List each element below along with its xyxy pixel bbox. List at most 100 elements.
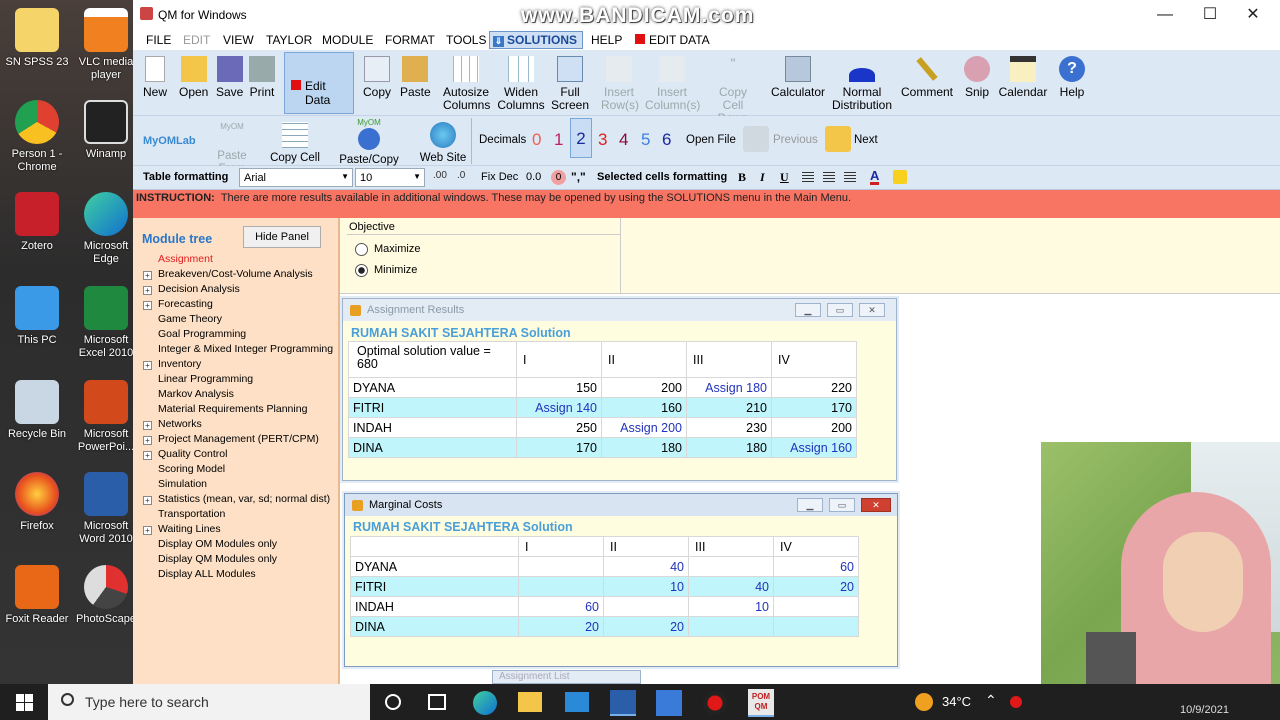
row-label[interactable]: INDAH <box>350 596 519 617</box>
print-button[interactable]: Print <box>249 54 275 99</box>
table-cell[interactable]: 230 <box>686 417 772 438</box>
copy-button[interactable]: Copy <box>363 54 391 99</box>
desktop-icon-photoscape[interactable]: PhotoScape <box>0 565 136 655</box>
insert-columns-button[interactable]: Insert Column(s) <box>645 54 700 112</box>
module-tree-item[interactable]: Networks <box>158 418 202 430</box>
row-label[interactable]: DYANA <box>348 377 517 398</box>
record-tray-icon[interactable] <box>1010 696 1022 708</box>
menu-tools[interactable]: TOOLS <box>446 33 486 47</box>
autosize-columns-button[interactable]: Autosize Columns <box>443 54 490 112</box>
table-cell[interactable]: 180 <box>686 437 772 458</box>
row-label[interactable]: DYANA <box>350 556 519 577</box>
table-cell[interactable]: 40 <box>688 576 774 597</box>
mail-icon[interactable] <box>565 692 589 712</box>
subwindow-minimize-button[interactable]: ▁ <box>795 303 821 317</box>
module-tree-item[interactable]: Assignment <box>158 253 213 265</box>
align-left-icon[interactable] <box>802 172 814 182</box>
fill-color-icon[interactable] <box>893 170 907 184</box>
help-button[interactable]: ? Help <box>1057 54 1087 99</box>
open-button[interactable]: Open <box>179 54 208 99</box>
snip-button[interactable]: Snip <box>961 54 993 99</box>
copy-cell-down-button[interactable]: "Copy CellDown <box>707 54 759 125</box>
expand-icon[interactable]: + <box>143 286 152 295</box>
table-cell[interactable] <box>773 616 859 637</box>
copy-cell-button[interactable]: Copy Cell <box>270 120 320 165</box>
table-cell[interactable]: 250 <box>516 417 602 438</box>
module-tree-item[interactable]: Breakeven/Cost-Volume Analysis <box>158 268 313 280</box>
module-tree-item[interactable]: Quality Control <box>158 448 227 460</box>
module-tree-item[interactable]: Simulation <box>158 478 207 490</box>
windows-start-icon[interactable] <box>16 694 33 711</box>
table-cell[interactable]: 150 <box>516 377 602 398</box>
cortana-icon[interactable] <box>385 694 401 710</box>
save-button[interactable]: Save <box>216 54 243 99</box>
decimals-3[interactable]: 3 <box>598 130 607 150</box>
calculator-button[interactable]: Calculator <box>771 54 825 99</box>
comma-format-button[interactable]: "," <box>571 170 586 184</box>
web-site-button[interactable]: Web Site <box>419 120 467 165</box>
module-tree-item[interactable]: Decision Analysis <box>158 283 240 295</box>
subwindow-close-button[interactable]: ✕ <box>859 303 885 317</box>
subwindow-minimize-button[interactable]: ▁ <box>797 498 823 512</box>
chevron-up-icon[interactable]: ⌃ <box>985 692 997 709</box>
open-file-button[interactable]: Open File <box>686 134 736 146</box>
row-label[interactable]: DINA <box>350 616 519 637</box>
full-screen-button[interactable]: Full Screen <box>551 54 589 112</box>
desktop-icon-edge[interactable]: Microsoft Edge <box>0 192 133 282</box>
desktop-icon-powerpoint[interactable]: Microsoft PowerPoi... <box>0 380 134 470</box>
previous-button[interactable]: Previous <box>773 134 818 146</box>
module-tree-item[interactable]: Forecasting <box>158 298 213 310</box>
menu-edit[interactable]: EDIT <box>183 33 210 47</box>
new-button[interactable]: New <box>143 54 167 99</box>
expand-icon[interactable]: + <box>143 301 152 310</box>
table-cell[interactable]: 60 <box>518 596 604 617</box>
expand-icon[interactable]: + <box>143 421 152 430</box>
table-cell[interactable]: 180 <box>601 437 687 458</box>
fix-dec-value[interactable]: 0.0 <box>526 171 541 183</box>
edge-taskbar-icon[interactable] <box>473 691 497 715</box>
decimals-4[interactable]: 4 <box>619 130 628 150</box>
desktop-icon-winamp[interactable]: Winamp <box>0 100 133 190</box>
decimals-0[interactable]: 0 <box>532 130 541 150</box>
table-cell[interactable] <box>773 596 859 617</box>
normal-distribution-button[interactable]: Normal Distribution <box>831 54 893 112</box>
table-cell[interactable]: 200 <box>601 377 687 398</box>
expand-icon[interactable]: + <box>143 436 152 445</box>
underline-button[interactable]: U <box>780 170 789 185</box>
pom-qm-icon[interactable]: POM QM <box>748 689 774 717</box>
expand-icon[interactable]: + <box>143 451 152 460</box>
row-label[interactable]: FITRI <box>350 576 519 597</box>
module-tree-item[interactable]: Markov Analysis <box>158 388 234 400</box>
row-label[interactable]: DINA <box>348 437 517 458</box>
minimize-radio[interactable] <box>355 264 368 277</box>
word-taskbar-icon[interactable] <box>610 690 636 716</box>
module-tree-item[interactable]: Transportation <box>158 508 225 520</box>
bold-button[interactable]: B <box>738 170 746 185</box>
module-tree-item[interactable]: Statistics (mean, var, sd; normal dist) <box>158 493 330 505</box>
paste-button[interactable]: Paste <box>400 54 431 99</box>
insert-rows-button[interactable]: Insert Row(s) <box>601 54 639 112</box>
subwindow-restore-button[interactable]: ▭ <box>827 303 853 317</box>
module-tree-item[interactable]: Display ALL Modules <box>158 568 256 580</box>
module-tree-item[interactable]: Waiting Lines <box>158 523 221 535</box>
taskbar-search[interactable]: Type here to search <box>48 684 370 720</box>
menu-file[interactable]: FILE <box>146 33 171 47</box>
comment-button[interactable]: Comment <box>899 54 955 99</box>
align-right-icon[interactable] <box>844 172 856 182</box>
table-cell[interactable]: 10 <box>603 576 689 597</box>
table-cell[interactable]: Assign 160 <box>771 437 857 458</box>
table-cell[interactable]: Assign 200 <box>601 417 687 438</box>
expand-icon[interactable]: + <box>143 496 152 505</box>
table-cell[interactable]: 170 <box>771 397 857 418</box>
desktop-icon-excel[interactable]: Microsoft Excel 2010 <box>0 286 133 376</box>
table-cell[interactable]: 210 <box>686 397 772 418</box>
bandicam-record-icon[interactable] <box>703 691 727 715</box>
zero-format-button[interactable]: 0 <box>551 170 566 185</box>
desktop-icon-word[interactable]: Microsoft Word 2010 <box>0 472 133 562</box>
menu-taylor[interactable]: TAYLOR <box>266 33 312 47</box>
module-tree-item[interactable]: Inventory <box>158 358 201 370</box>
menu-edit-data[interactable]: EDIT DATA <box>635 33 710 47</box>
table-cell[interactable] <box>688 616 774 637</box>
table-cell[interactable]: 40 <box>603 556 689 577</box>
assignment-list-tab[interactable]: Assignment List <box>492 670 641 684</box>
